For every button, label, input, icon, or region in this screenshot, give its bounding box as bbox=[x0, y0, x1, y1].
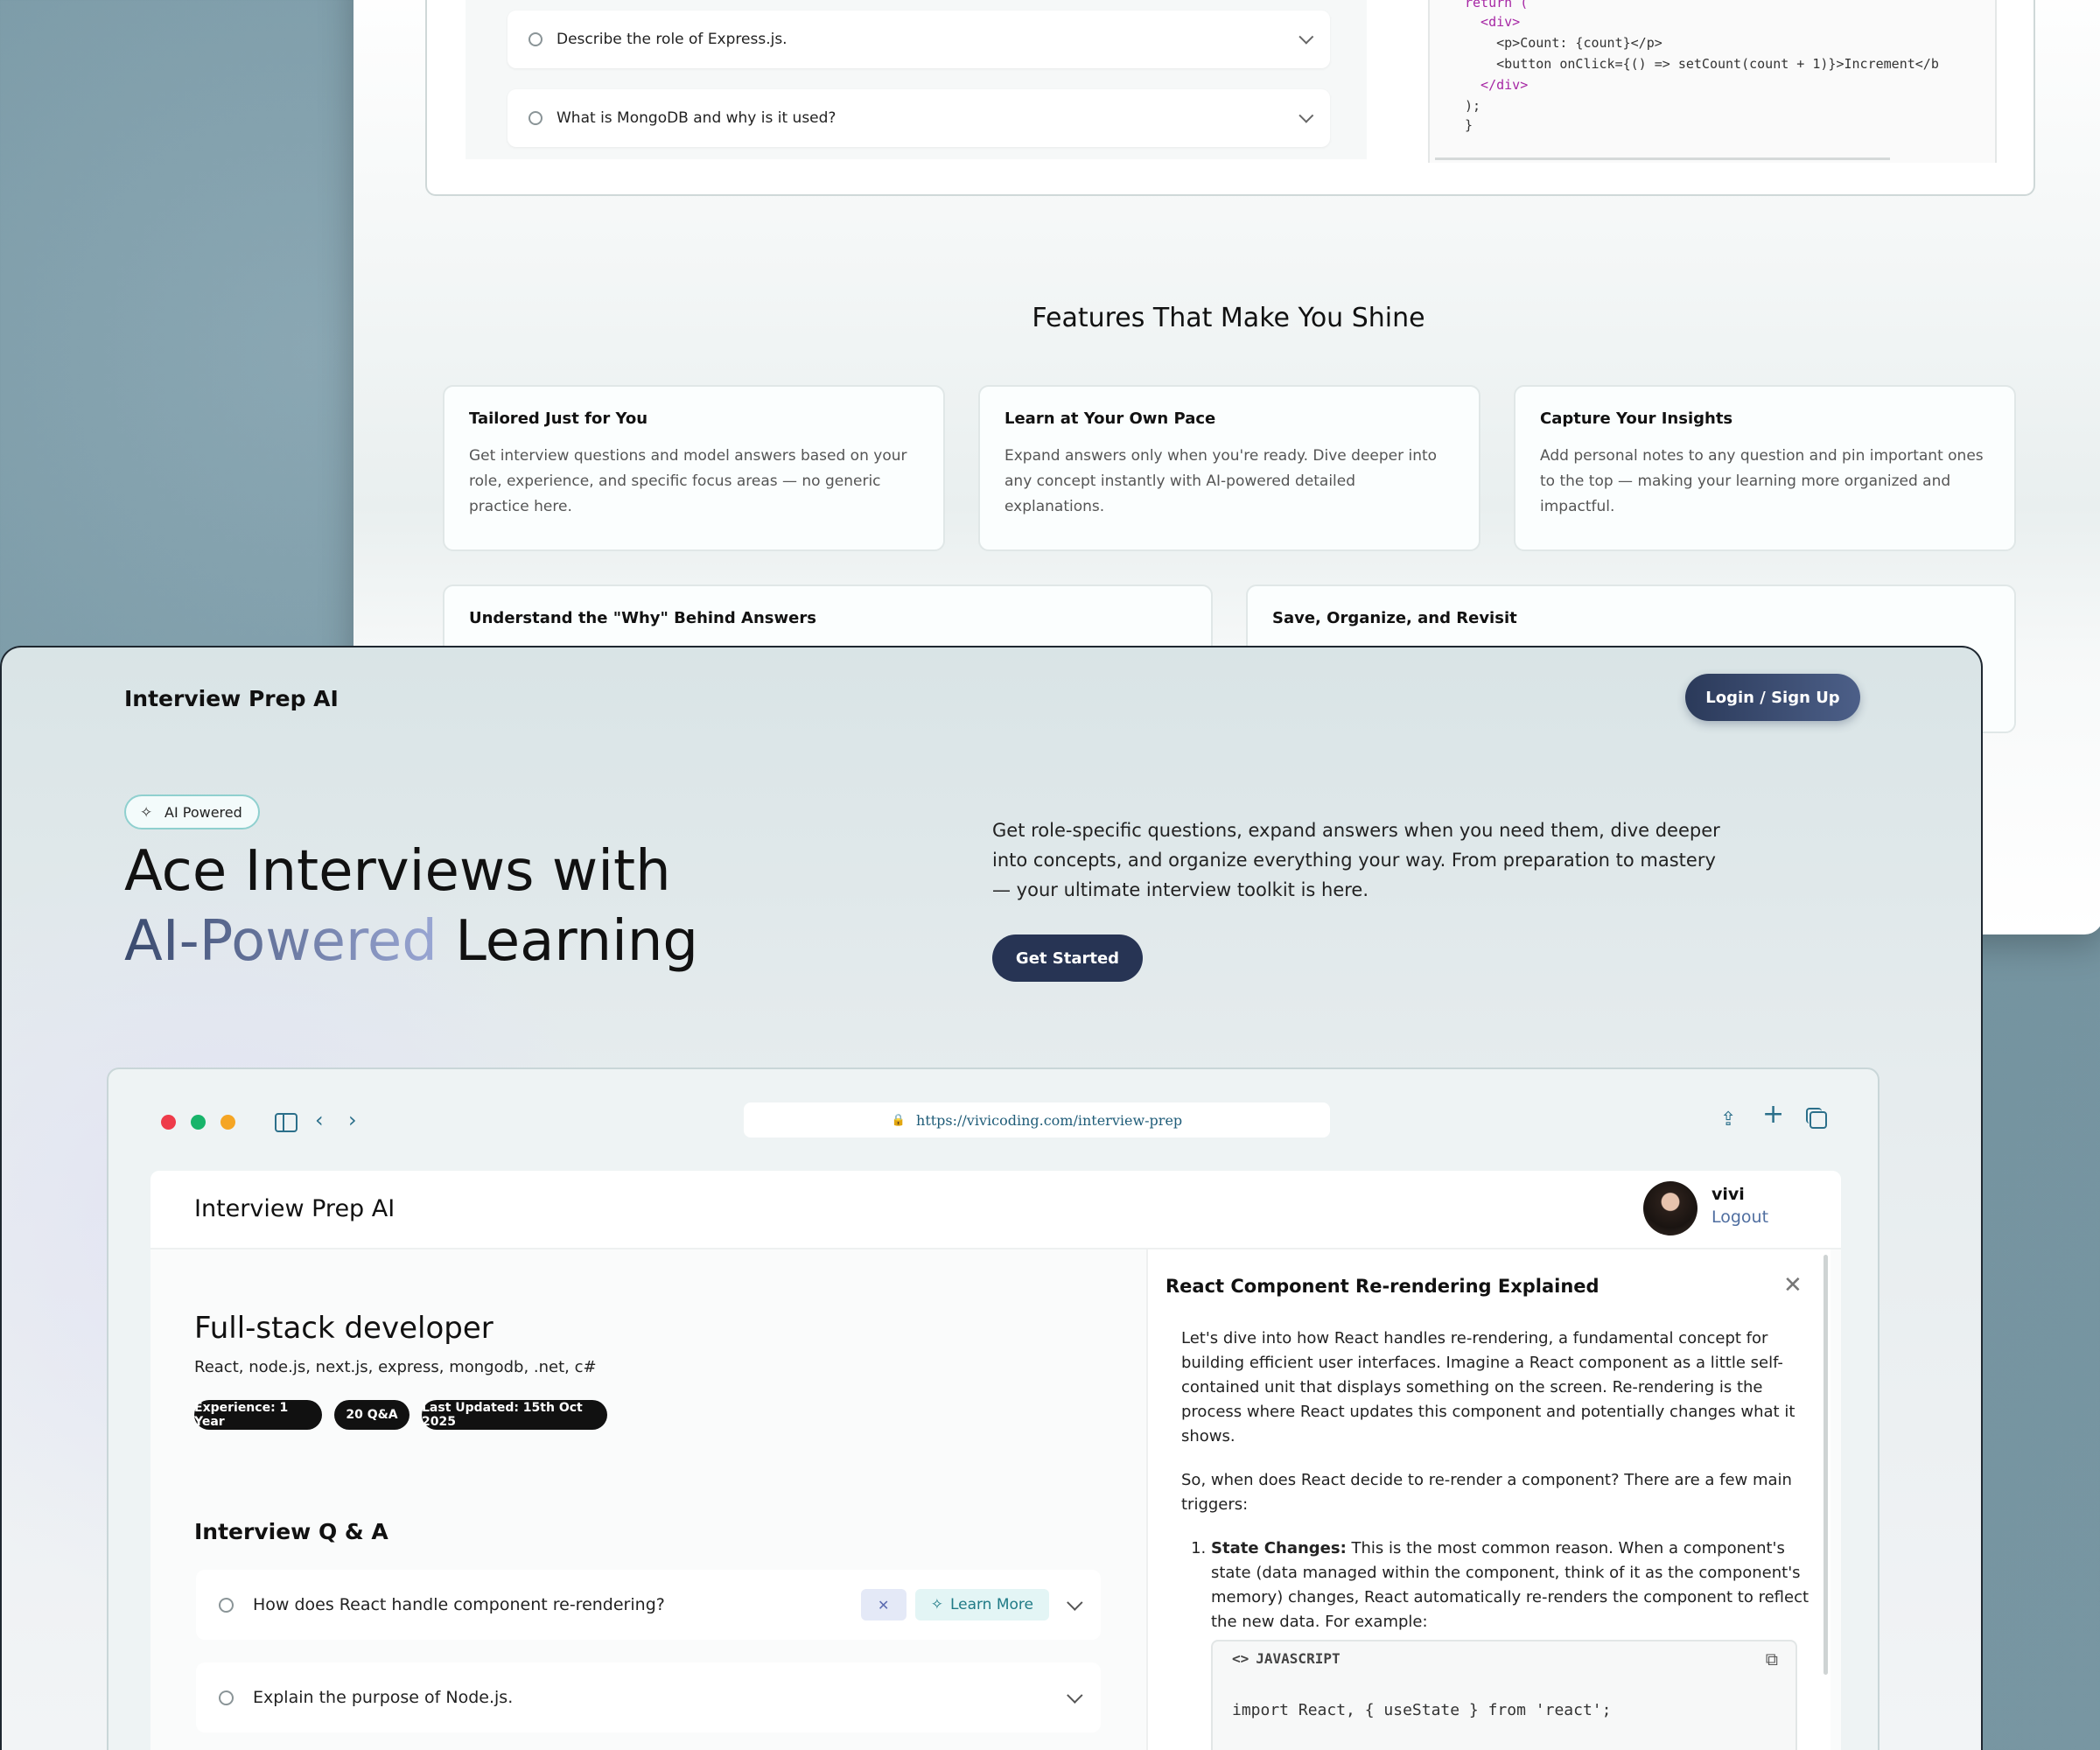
question-text: How does React handle component re-rende… bbox=[253, 1595, 665, 1614]
copy-icon[interactable]: ⧉ bbox=[1766, 1648, 1778, 1670]
learn-more-label: Learn More bbox=[949, 1596, 1033, 1614]
drawer-title: React Component Re-rendering Explained bbox=[1166, 1276, 1600, 1297]
feature-title: Tailored Just for You bbox=[469, 410, 648, 428]
qa-count-badge: 20 Q&A bbox=[334, 1400, 410, 1430]
code-language-text: JAVASCRIPT bbox=[1256, 1650, 1340, 1667]
drawer-scrollbar[interactable] bbox=[1824, 1255, 1828, 1675]
hero-title: Ace Interviews with AI-Powered Learning bbox=[124, 836, 698, 976]
drawer-body: Let's dive into how React handles re-ren… bbox=[1181, 1326, 1811, 1634]
question-text: Explain the purpose of Node.js. bbox=[253, 1688, 514, 1707]
foreground-window: Interview Prep AI Login / Sign Up ✧ AI P… bbox=[0, 646, 1983, 1750]
avatar[interactable] bbox=[1643, 1181, 1698, 1236]
feature-card: Tailored Just for You Get interview ques… bbox=[443, 385, 945, 551]
experience-badge: Experience: 1 Year bbox=[194, 1400, 322, 1430]
chevron-down-icon[interactable] bbox=[1298, 108, 1314, 123]
browser-mockup: ‹ › 🔒 https://vivicoding.com/interview-p… bbox=[107, 1068, 1880, 1750]
app-header: Interview Prep AI vivi Logout bbox=[150, 1171, 1841, 1250]
get-started-button[interactable]: Get Started bbox=[992, 934, 1143, 982]
explanation-paragraph: So, when does React decide to re-render … bbox=[1181, 1471, 1792, 1514]
sidebar-toggle-icon[interactable] bbox=[275, 1113, 298, 1132]
search-icon bbox=[219, 1597, 234, 1613]
list-item-heading: State Changes: bbox=[1211, 1539, 1347, 1558]
code-line: return ( bbox=[1465, 0, 1529, 10]
last-updated-badge: Last Updated: 15th Oct 2025 bbox=[422, 1400, 607, 1430]
share-icon[interactable]: ⇪ bbox=[1720, 1108, 1736, 1132]
qa-section-title: Interview Q & A bbox=[194, 1519, 388, 1544]
url-bar[interactable]: 🔒 https://vivicoding.com/interview-prep bbox=[744, 1102, 1330, 1138]
logout-link[interactable]: Logout bbox=[1712, 1208, 1768, 1227]
forward-arrow-icon[interactable]: › bbox=[348, 1108, 357, 1132]
learn-more-button[interactable]: ✧ Learn More bbox=[914, 1589, 1049, 1620]
question-item[interactable]: Explain the purpose of Node.js. bbox=[196, 1662, 1101, 1732]
hero-line-1: Ace Interviews with bbox=[124, 839, 671, 904]
code-line: <div> bbox=[1465, 14, 1521, 30]
sparkle-icon: ✧ bbox=[930, 1596, 943, 1614]
code-icon: <> bbox=[1232, 1650, 1250, 1667]
close-dot-icon bbox=[161, 1115, 176, 1130]
faq-item[interactable]: Describe the role of Express.js. bbox=[508, 10, 1330, 68]
feature-text: Get interview questions and model answer… bbox=[469, 447, 907, 515]
faq-question: Describe the role of Express.js. bbox=[556, 31, 788, 48]
search-icon bbox=[219, 1690, 234, 1705]
explanation-drawer: React Component Re-rendering Explained ✕… bbox=[1146, 1250, 1830, 1750]
app-logo[interactable]: Interview Prep AI bbox=[194, 1195, 395, 1222]
faq-panel: Describe the role of Express.js. What is… bbox=[466, 0, 1367, 159]
code-line: </div> bbox=[1465, 77, 1529, 93]
chevron-down-icon[interactable] bbox=[1298, 29, 1314, 45]
hero-description: Get role-specific questions, expand answ… bbox=[992, 820, 1720, 900]
code-scrollbar[interactable] bbox=[1435, 158, 1890, 160]
features-heading: Features That Make You Shine bbox=[1032, 303, 1425, 333]
code-line: <p>Count: {count}</p> bbox=[1465, 35, 1662, 51]
role-topics: React, node.js, next.js, express, mongod… bbox=[194, 1358, 597, 1376]
search-icon bbox=[528, 111, 542, 125]
unpin-icon[interactable]: ✕ bbox=[860, 1589, 906, 1620]
hero-highlight: AI-Powered bbox=[124, 909, 438, 974]
code-line: import React, { useState } from 'react'; bbox=[1232, 1701, 1612, 1719]
app-window: Interview Prep AI vivi Logout Full-stack… bbox=[150, 1171, 1841, 1750]
code-line: <button onClick={() => setCount(count + … bbox=[1465, 56, 1939, 72]
sparkle-icon: ✧ bbox=[140, 804, 153, 822]
hero-line-2: Learning bbox=[437, 909, 699, 974]
ai-powered-badge: ✧ AI Powered bbox=[124, 794, 260, 830]
lock-icon: 🔒 bbox=[891, 1113, 906, 1127]
chevron-down-icon[interactable] bbox=[1067, 1593, 1083, 1611]
minimize-dot-icon bbox=[191, 1115, 206, 1130]
role-title: Full-stack developer bbox=[194, 1311, 494, 1346]
demo-preview-card: Describe the role of Express.js. What is… bbox=[425, 0, 2035, 196]
feature-text: Add personal notes to any question and p… bbox=[1540, 447, 1984, 515]
back-arrow-icon[interactable]: ‹ bbox=[315, 1108, 324, 1132]
new-tab-icon[interactable]: + bbox=[1762, 1102, 1784, 1128]
close-icon[interactable]: ✕ bbox=[1783, 1272, 1802, 1298]
feature-title: Learn at Your Own Pace bbox=[1004, 410, 1216, 428]
url-text: https://vivicoding.com/interview-prep bbox=[916, 1111, 1183, 1129]
user-name: vivi bbox=[1712, 1185, 1745, 1204]
login-signup-button[interactable]: Login / Sign Up bbox=[1685, 674, 1860, 721]
code-line: ); bbox=[1465, 98, 1481, 114]
feature-title: Understand the "Why" Behind Answers bbox=[469, 609, 816, 627]
feature-title: Save, Organize, and Revisit bbox=[1272, 609, 1517, 627]
maximize-dot-icon bbox=[220, 1115, 235, 1130]
chevron-down-icon[interactable] bbox=[1067, 1686, 1083, 1704]
question-item[interactable]: How does React handle component re-rende… bbox=[196, 1570, 1101, 1640]
tabs-overview-icon[interactable] bbox=[1806, 1108, 1827, 1129]
search-icon bbox=[528, 32, 542, 46]
trigger-list: State Changes: This is the most common r… bbox=[1181, 1536, 1811, 1634]
list-item: State Changes: This is the most common r… bbox=[1211, 1536, 1811, 1634]
code-block: <> JAVASCRIPT ⧉ import React, { useState … bbox=[1211, 1640, 1797, 1750]
feature-title: Capture Your Insights bbox=[1540, 410, 1733, 428]
feature-card: Capture Your Insights Add personal notes… bbox=[1514, 385, 2016, 551]
faq-item[interactable]: What is MongoDB and why is it used? bbox=[508, 89, 1330, 147]
explanation-paragraph: Let's dive into how React handles re-ren… bbox=[1181, 1329, 1796, 1446]
code-line: } bbox=[1465, 117, 1474, 133]
code-language-label: <> JAVASCRIPT bbox=[1232, 1650, 1340, 1667]
feature-card: Learn at Your Own Pace Expand answers on… bbox=[978, 385, 1480, 551]
feature-text: Expand answers only when you're ready. D… bbox=[1004, 447, 1438, 515]
faq-question: What is MongoDB and why is it used? bbox=[556, 109, 836, 127]
code-preview: return ( <div> <p>Count: {count}</p> <bu… bbox=[1428, 0, 1997, 163]
site-logo[interactable]: Interview Prep AI bbox=[124, 686, 339, 711]
badge-label: AI Powered bbox=[164, 803, 242, 821]
